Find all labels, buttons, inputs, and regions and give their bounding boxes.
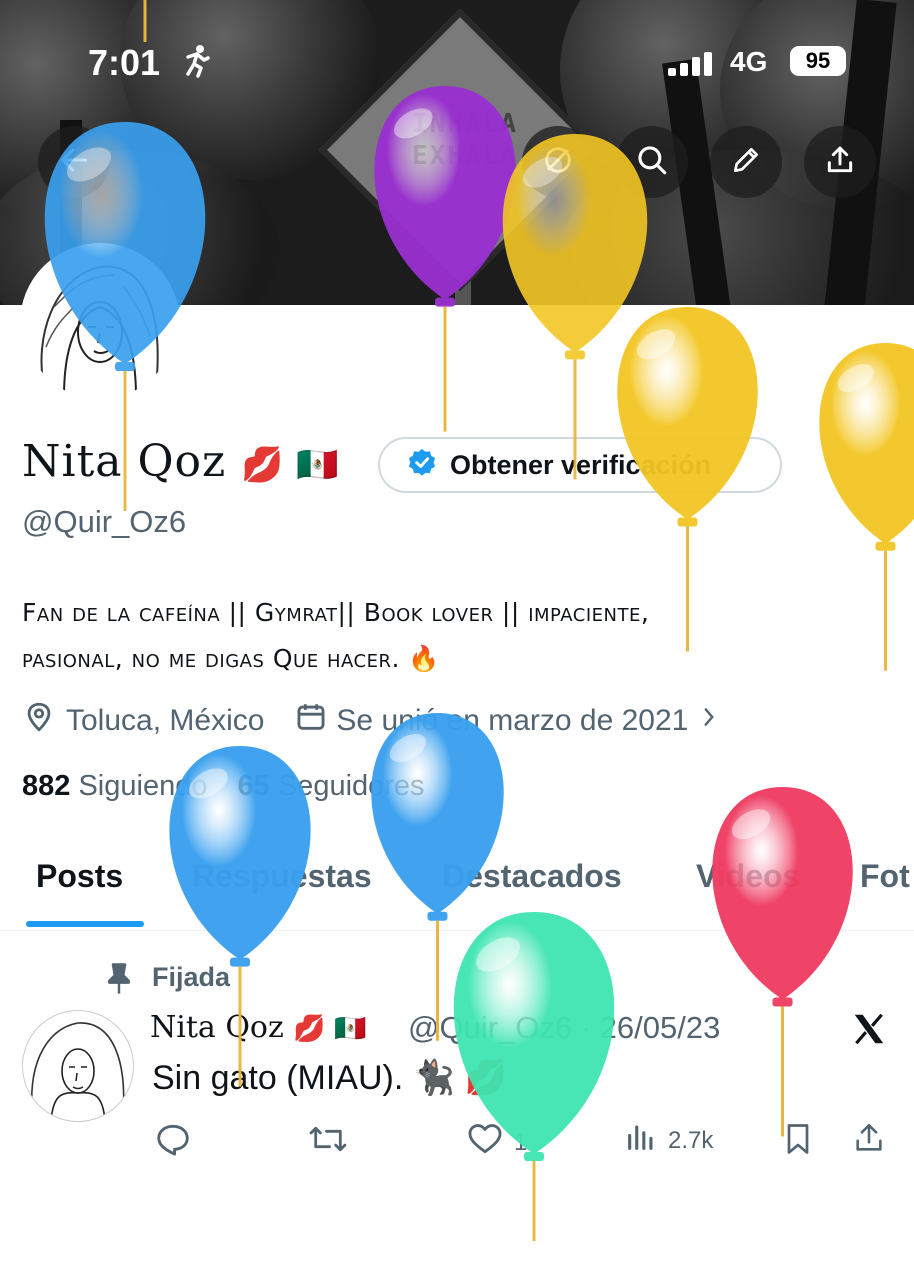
battery-indicator: 95 [790, 46, 846, 76]
repost-button[interactable] [308, 1120, 348, 1165]
location-pin-icon [22, 700, 56, 742]
edit-pencil-icon [730, 144, 762, 180]
balloon-string [142, 0, 148, 42]
edit-profile-button[interactable] [710, 126, 782, 198]
balloon [424, 912, 644, 1268]
balloon [685, 787, 880, 1164]
post-avatar[interactable] [22, 1010, 134, 1122]
signal-icon [668, 52, 714, 80]
balloon [590, 307, 785, 679]
balloon [142, 746, 338, 1114]
active-tab-indicator [26, 921, 144, 927]
tab-posts[interactable]: Posts [36, 858, 123, 895]
location-text: Toluca, México [66, 704, 264, 738]
share-profile-button[interactable] [804, 126, 876, 198]
chevron-right-icon [698, 704, 720, 738]
pin-icon [104, 962, 134, 1000]
reply-button[interactable] [154, 1120, 192, 1165]
calendar-icon [294, 700, 328, 742]
repost-icon [308, 1120, 348, 1165]
balloon [793, 343, 914, 698]
status-time: 7:01 [88, 42, 160, 84]
balloon [15, 122, 235, 538]
share-icon [824, 144, 856, 180]
running-icon [180, 44, 210, 82]
network-type: 4G [730, 46, 767, 78]
name-emojis: 💋 🇲🇽 [241, 445, 339, 485]
reply-icon [154, 1120, 192, 1165]
